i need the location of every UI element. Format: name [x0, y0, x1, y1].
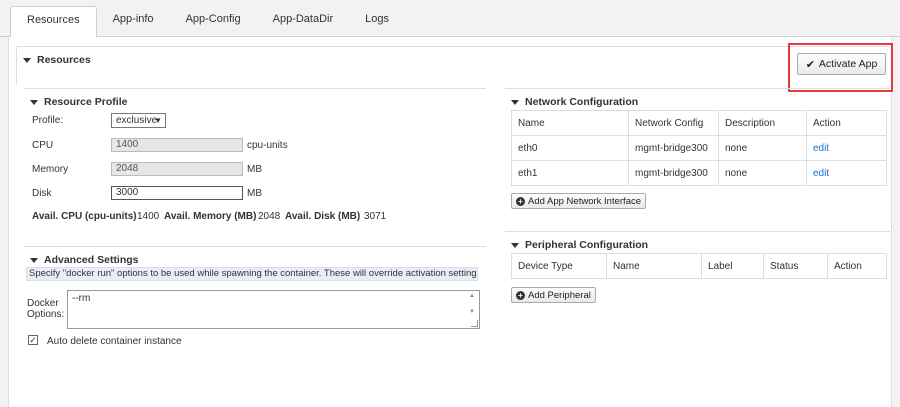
docker-options-value: --rm	[72, 293, 91, 304]
avail-cpu-label: Avail. CPU (cpu-units)	[32, 211, 137, 222]
cpu-field: 1400	[111, 138, 243, 152]
row-name: eth0	[511, 135, 629, 161]
tabs: Resources App-info App-Config App-DataDi…	[10, 6, 405, 38]
edit-link[interactable]: edit	[813, 143, 829, 154]
advanced-settings-toggle[interactable]: Advanced Settings	[30, 254, 139, 266]
peripheral-config-title: Peripheral Configuration	[525, 239, 649, 251]
avail-disk-label: Avail. Disk (MB)	[285, 211, 361, 222]
auto-delete-label: Auto delete container instance	[47, 336, 182, 347]
scroll-down-icon[interactable]: ▼	[469, 309, 475, 315]
resource-profile-toggle[interactable]: Resource Profile	[30, 96, 127, 108]
disk-unit: MB	[247, 188, 262, 199]
caret-down-icon	[23, 57, 31, 63]
peripheral-table: Device Type Name Label Status Action	[511, 253, 887, 279]
cpu-unit: cpu-units	[247, 140, 288, 151]
caret-down-icon	[30, 257, 38, 263]
column-header: Device Type	[511, 253, 607, 279]
docker-options-label-line2: Options:	[27, 309, 65, 320]
edit-link[interactable]: edit	[813, 168, 829, 179]
docker-options-label-line1: Docker	[27, 298, 59, 309]
add-peripheral-button[interactable]: + Add Peripheral	[511, 287, 596, 303]
tab-resources[interactable]: Resources	[10, 6, 97, 38]
disk-label: Disk	[32, 188, 52, 199]
resource-profile-panel: Resource Profile	[24, 88, 486, 228]
peripheral-config-toggle[interactable]: Peripheral Configuration	[511, 239, 648, 251]
table-header-row: Device Type Name Label Status Action	[511, 253, 887, 279]
avail-disk-value: 3071	[364, 211, 387, 222]
memory-label: Memory	[32, 164, 69, 175]
row-name: eth1	[511, 160, 629, 186]
row-description: none	[718, 135, 807, 161]
column-header: Status	[763, 253, 828, 279]
memory-unit: MB	[247, 164, 262, 175]
scroll-up-icon[interactable]: ▲	[469, 293, 475, 299]
column-header: Action	[827, 253, 887, 279]
docker-options-textarea[interactable]: --rm ▲ ▼	[67, 290, 480, 329]
caret-down-icon	[30, 99, 38, 105]
network-table: Name Network Config Description Action e…	[511, 110, 887, 186]
dropdown-arrow-icon: ▼	[154, 116, 162, 125]
tab-app-datadir[interactable]: App-DataDir	[257, 6, 350, 37]
column-header: Label	[701, 253, 764, 279]
tab-logs[interactable]: Logs	[349, 6, 405, 37]
add-network-interface-button[interactable]: + Add App Network Interface	[511, 193, 647, 209]
cpu-label: CPU	[32, 140, 54, 151]
tab-app-config[interactable]: App-Config	[170, 6, 257, 37]
profile-select-value: exclusive	[116, 115, 158, 126]
tab-bar: Resources App-info App-Config App-DataDi…	[0, 0, 900, 38]
tab-app-info[interactable]: App-info	[97, 6, 170, 37]
resize-handle-icon[interactable]	[471, 320, 478, 327]
table-row: eth1 mgmt-bridge300 none edit	[511, 160, 887, 186]
column-header: Action	[806, 110, 887, 136]
auto-delete-checkbox[interactable]: ✓	[28, 335, 38, 345]
memory-field: 2048	[111, 162, 243, 176]
caret-down-icon	[511, 242, 519, 248]
plus-circle-icon: +	[516, 196, 525, 206]
network-config-toggle[interactable]: Network Configuration	[511, 96, 638, 108]
column-header: Name	[511, 110, 629, 136]
table-header-row: Name Network Config Description Action	[511, 110, 887, 136]
network-config-title: Network Configuration	[525, 96, 639, 108]
resources-section: Resources	[16, 46, 890, 84]
docker-hint: Specify "docker run" options to be used …	[26, 267, 478, 281]
add-peripheral-label: Add Peripheral	[528, 289, 591, 301]
profile-label: Profile:	[32, 115, 64, 126]
profile-select[interactable]: exclusive ▼	[111, 113, 166, 128]
resources-toggle[interactable]: Resources	[23, 54, 91, 66]
advanced-settings-title: Advanced Settings	[44, 254, 139, 266]
caret-down-icon	[511, 99, 519, 105]
avail-memory-label: Avail. Memory (MB)	[164, 211, 257, 222]
column-header: Name	[606, 253, 702, 279]
activate-app-button[interactable]: ✔ Activate App	[797, 53, 886, 75]
row-config: mgmt-bridge300	[628, 135, 719, 161]
checkmark-icon: ✔	[805, 58, 815, 71]
avail-memory-value: 2048	[258, 211, 281, 222]
resource-profile-title: Resource Profile	[44, 96, 128, 108]
add-network-interface-label: Add App Network Interface	[528, 195, 642, 207]
resources-title: Resources	[37, 54, 91, 66]
row-config: mgmt-bridge300	[628, 160, 719, 186]
plus-circle-icon: +	[516, 290, 525, 300]
disk-field[interactable]: 3000	[111, 186, 243, 200]
table-row: eth0 mgmt-bridge300 none edit	[511, 135, 887, 161]
avail-cpu-value: 1400	[137, 211, 160, 222]
activate-app-label: Activate App	[818, 58, 878, 70]
row-description: none	[718, 160, 807, 186]
column-header: Network Config	[628, 110, 719, 136]
column-header: Description	[718, 110, 807, 136]
